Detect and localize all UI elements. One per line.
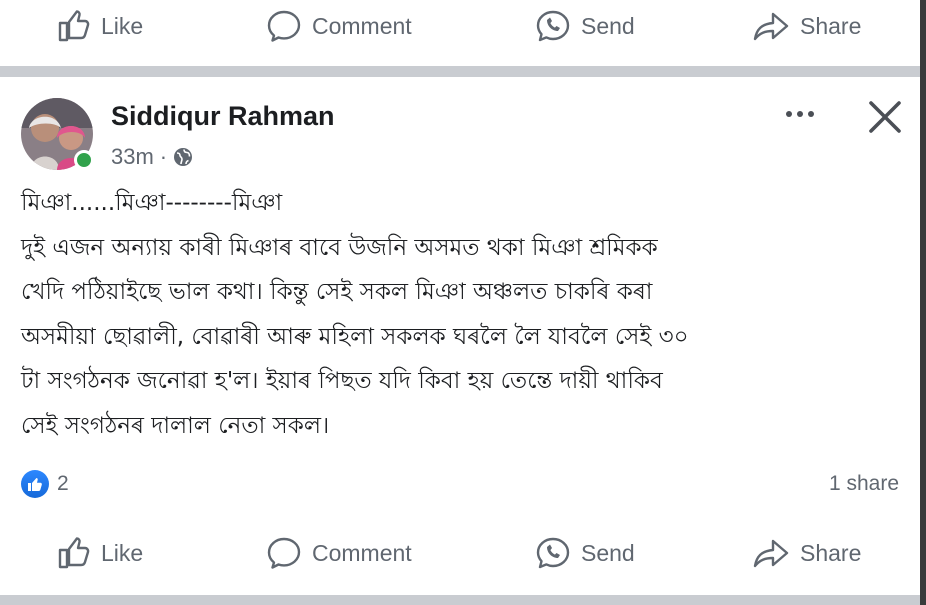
post-text-line: দুই এজন অন্যায় কাৰী মিঞাৰ বাবে উজনি অসম… xyxy=(21,234,658,261)
top-share-label: Share xyxy=(800,12,862,39)
top-action-bar: Like Comment Send Share xyxy=(0,0,920,52)
like-reaction-icon xyxy=(21,470,49,498)
post-time[interactable]: 33m xyxy=(111,144,154,170)
close-button[interactable] xyxy=(864,96,906,138)
reactions-summary[interactable]: 2 xyxy=(21,470,69,498)
post-text-line: খেদি পঠিয়াইছে ভাল কথা। কিন্তু সেই সকল ম… xyxy=(21,279,653,305)
post-text-line: মিঞা......মিঞা--------মিঞা xyxy=(21,190,283,216)
send-icon xyxy=(536,10,570,42)
share-button[interactable]: Share xyxy=(752,537,861,569)
share-count[interactable]: 1 share xyxy=(829,472,899,496)
like-icon xyxy=(58,10,90,42)
like-button[interactable]: Like xyxy=(57,537,143,569)
bottom-divider xyxy=(0,595,926,605)
post-text: মিঞা......মিঞা--------মিঞা দুই এজন অন্যা… xyxy=(21,181,901,448)
more-icon-dot xyxy=(797,111,803,117)
top-comment-button[interactable]: Comment xyxy=(266,9,412,43)
post-meta: 33m · xyxy=(111,144,193,170)
send-icon xyxy=(536,537,570,569)
more-options-button[interactable] xyxy=(778,102,822,126)
send-label: Send xyxy=(581,539,635,566)
comment-icon xyxy=(267,537,301,569)
top-send-button[interactable]: Send xyxy=(535,9,635,43)
post-text-line: সেই সংগঠনৰ দালাল নেতা সকল। xyxy=(21,412,330,439)
top-send-label: Send xyxy=(581,12,635,39)
like-icon xyxy=(58,537,90,569)
comment-icon xyxy=(267,10,301,42)
post-text-line: অসমীয়া ছোৱালী, বোৱাৰী আৰু মহিলা সকলক ঘৰ… xyxy=(21,323,689,350)
close-icon xyxy=(869,101,901,133)
window-edge xyxy=(920,0,926,605)
share-icon xyxy=(753,12,789,41)
comment-label: Comment xyxy=(312,539,412,566)
more-icon-dot xyxy=(808,111,814,117)
author-name[interactable]: Siddiqur Rahman xyxy=(111,101,335,132)
share-icon xyxy=(753,539,789,568)
facebook-post-screen: Like Comment Send Share Siddiqur Rahman … xyxy=(0,0,926,605)
meta-separator: · xyxy=(159,144,168,169)
top-share-button[interactable]: Share xyxy=(752,10,861,42)
more-icon xyxy=(786,111,792,117)
reaction-count: 2 xyxy=(57,472,69,495)
share-label: Share xyxy=(800,539,862,566)
like-label: Like xyxy=(101,539,144,566)
post-divider xyxy=(0,66,926,77)
post-text-line: টা সংগঠনক জনোৱা হ'ল। ইয়াৰ পিছত যদি কিবা… xyxy=(21,368,663,394)
post-action-bar: Like Comment Send Share xyxy=(0,527,920,579)
globe-icon xyxy=(174,148,193,166)
top-comment-label: Comment xyxy=(312,12,412,39)
send-button[interactable]: Send xyxy=(535,536,635,570)
top-like-label: Like xyxy=(101,12,144,39)
online-status-indicator xyxy=(74,150,94,170)
top-like-button[interactable]: Like xyxy=(57,10,143,42)
comment-button[interactable]: Comment xyxy=(266,536,412,570)
